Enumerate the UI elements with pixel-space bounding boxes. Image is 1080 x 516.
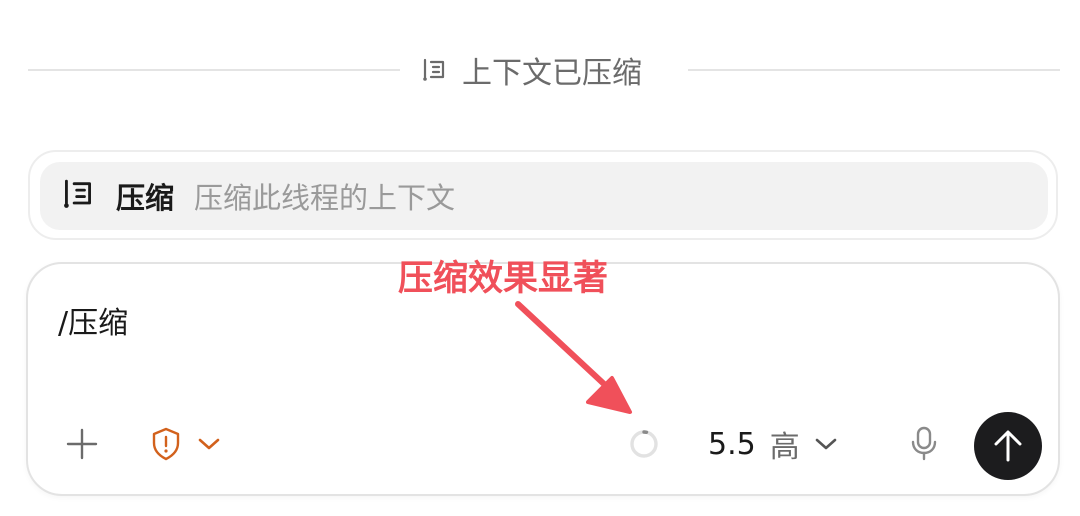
arrow-up-icon <box>991 428 1025 464</box>
add-attachment-button[interactable] <box>62 424 102 464</box>
chevron-down-icon <box>197 436 221 452</box>
voice-input-button[interactable] <box>904 422 944 466</box>
compress-context-icon <box>60 176 96 216</box>
plus-icon <box>65 427 99 461</box>
microphone-icon <box>910 426 938 462</box>
command-suggestion-panel: 压缩 压缩此线程的上下文 <box>28 150 1058 240</box>
context-compacted-divider: 上下文已压缩 <box>420 48 642 92</box>
chevron-down-icon <box>814 436 838 452</box>
model-selector[interactable]: 5.5 高 <box>708 420 838 468</box>
divider-label-text: 上下文已压缩 <box>462 56 642 91</box>
context-usage-ring-icon[interactable] <box>626 426 662 462</box>
page: 上下文已压缩 压缩 压缩此线程的上下文 /压缩 5.5 高 压缩效果显著 <box>0 0 1080 516</box>
model-version: 5.5 <box>708 426 756 462</box>
reasoning-effort: 高 <box>769 430 800 465</box>
shield-alert-icon <box>151 427 181 461</box>
annotation-label: 压缩效果显著 <box>398 259 609 299</box>
divider-line-right <box>688 69 1060 71</box>
divider-line-left <box>28 69 400 71</box>
command-suggestion-compress[interactable]: 压缩 压缩此线程的上下文 <box>40 162 1048 230</box>
send-button[interactable] <box>974 412 1042 480</box>
composer-input[interactable]: /压缩 <box>58 298 128 342</box>
permission-mode-button[interactable] <box>146 422 226 466</box>
command-description: 压缩此线程的上下文 <box>194 181 456 215</box>
compress-context-icon <box>420 56 448 84</box>
command-name: 压缩 <box>116 181 175 215</box>
